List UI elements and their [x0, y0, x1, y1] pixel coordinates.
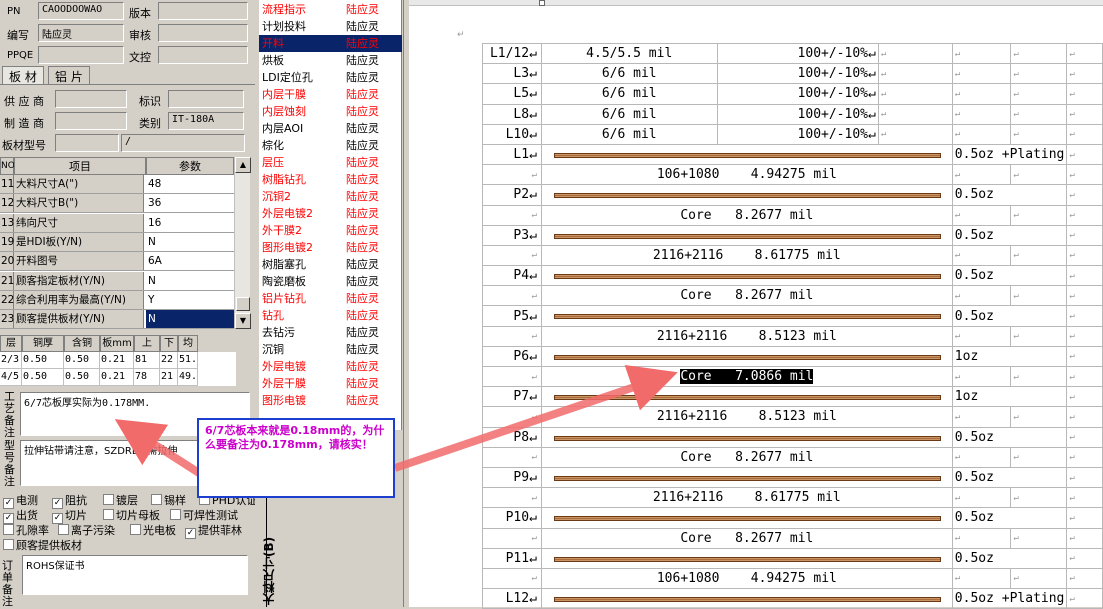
annotation-note: 6/7芯板本来就是0.18mm的，为什么要备注为0.178mm，请核实！ — [197, 418, 395, 498]
arrow-to-core — [393, 364, 678, 472]
annotation-arrows — [114, 364, 678, 484]
